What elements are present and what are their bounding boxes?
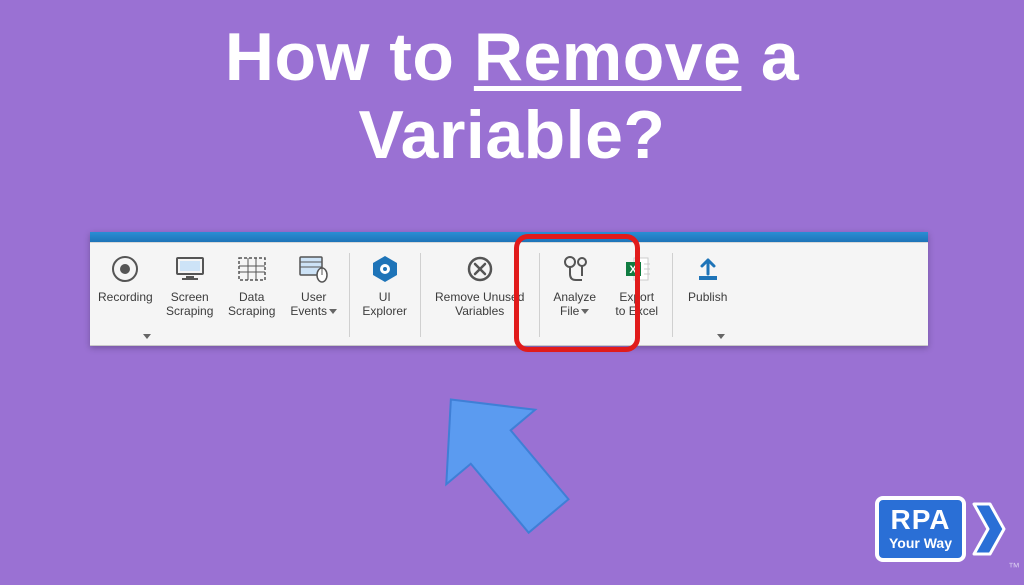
separator (349, 253, 350, 337)
remove-unused-label: Remove Unused Variables (435, 291, 524, 319)
logo-line2: Your Way (889, 536, 952, 550)
svg-text:X: X (629, 264, 637, 276)
analyze-file-label: Analyze File (553, 290, 596, 318)
data-scraping-button[interactable]: Data Scraping (221, 247, 283, 343)
ui-explorer-label: UI Explorer (362, 291, 407, 319)
trademark: ™ (1008, 560, 1020, 574)
caret-down-icon (329, 309, 337, 314)
ui-explorer-icon (370, 251, 400, 287)
screen-scraping-button[interactable]: Screen Scraping (159, 247, 221, 343)
separator (420, 253, 421, 337)
screen-scraping-icon (174, 251, 206, 287)
title-underlined: Remove (474, 19, 742, 95)
logo-line1: RPA (889, 506, 952, 534)
arrow-indicator (400, 360, 620, 585)
record-icon (110, 251, 140, 287)
page-title: How to Remove a Variable? (0, 0, 1024, 174)
ribbon-titlebar (90, 232, 928, 242)
brand-logo: RPA Your Way (875, 496, 1006, 562)
analyze-file-icon (560, 251, 590, 287)
ribbon-window: Recording Screen Scraping Data Scraping … (90, 232, 928, 346)
remove-unused-icon (465, 251, 495, 287)
export-to-excel-button[interactable]: X Export to Excel (606, 247, 668, 343)
data-scraping-label: Data Scraping (228, 291, 275, 319)
logo-badge: RPA Your Way (875, 496, 966, 562)
publish-icon (693, 251, 723, 287)
screen-scraping-label: Screen Scraping (166, 291, 213, 319)
data-scraping-icon (236, 251, 268, 287)
user-events-label: User Events (290, 290, 327, 318)
publish-label: Publish (688, 291, 727, 305)
separator (672, 253, 673, 337)
recording-button[interactable]: Recording (92, 247, 159, 343)
export-excel-icon: X (622, 251, 652, 287)
caret-down-icon (717, 334, 725, 339)
chevron-right-icon (972, 502, 1006, 556)
user-events-button[interactable]: User Events (283, 247, 345, 343)
separator (539, 253, 540, 337)
analyze-file-button[interactable]: Analyze File (544, 247, 606, 343)
user-events-icon (298, 251, 330, 287)
export-excel-label: Export to Excel (615, 291, 658, 319)
caret-down-icon (581, 309, 589, 314)
ribbon-toolbar: Recording Screen Scraping Data Scraping … (90, 242, 928, 346)
caret-down-icon (143, 334, 151, 339)
title-prefix: How to (225, 19, 474, 95)
publish-button[interactable]: Publish (677, 247, 739, 343)
recording-label: Recording (98, 291, 153, 305)
remove-unused-variables-button[interactable]: Remove Unused Variables (425, 247, 535, 343)
ui-explorer-button[interactable]: UI Explorer (354, 247, 416, 343)
